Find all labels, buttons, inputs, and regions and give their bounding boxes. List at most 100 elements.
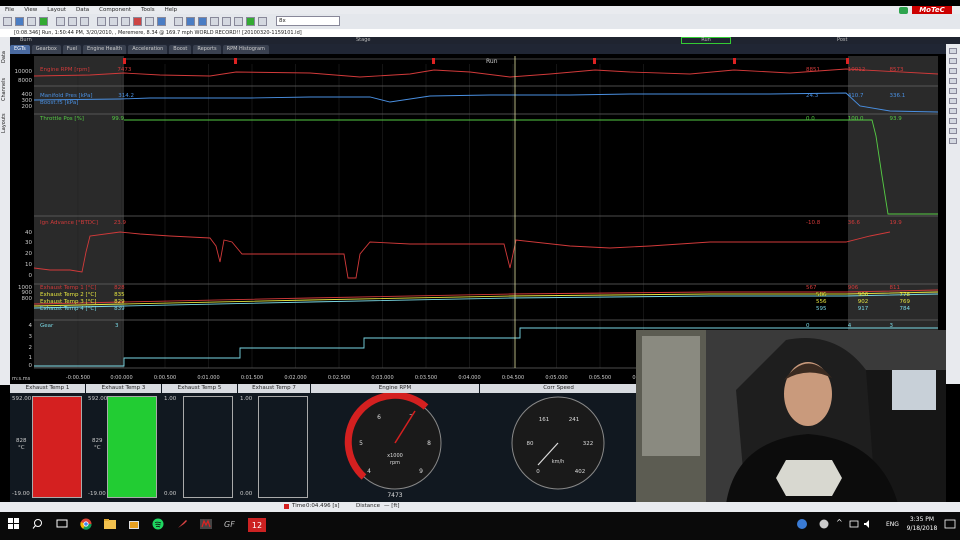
tab-engine-health[interactable]: Engine Health xyxy=(83,44,127,54)
tps-avg: 93.9 xyxy=(889,116,902,122)
right-tool-icon-2[interactable] xyxy=(949,58,957,64)
record-icon[interactable] xyxy=(133,17,142,26)
distance-value: — [ft] xyxy=(384,503,400,509)
egt2-name: Exhaust Temp 2 [°C] xyxy=(40,292,97,298)
clock-date[interactable]: 9/18/2018 xyxy=(904,525,940,532)
layouts-tab[interactable]: Layouts xyxy=(1,103,9,133)
clock-time[interactable]: 3:35 PM xyxy=(904,516,940,523)
tab-fuel[interactable]: Fuel xyxy=(62,44,82,54)
fit-icon[interactable] xyxy=(210,17,219,26)
right-tool-icon-8[interactable] xyxy=(949,118,957,124)
tool-app-icon[interactable] xyxy=(176,518,190,532)
chrome-icon[interactable] xyxy=(80,518,94,532)
right-tool-icon-7[interactable] xyxy=(949,108,957,114)
gf-app-icon[interactable]: GF xyxy=(224,518,238,532)
motec-i2-icon[interactable]: 12 xyxy=(248,518,266,532)
back-icon[interactable] xyxy=(222,17,231,26)
paste-icon[interactable] xyxy=(80,17,89,26)
tools-icon[interactable] xyxy=(97,17,106,26)
egt3-bar-frame xyxy=(107,396,157,498)
egt1-avg: 811 xyxy=(889,285,901,291)
info-icon[interactable] xyxy=(157,17,166,26)
people-icon[interactable] xyxy=(796,518,810,532)
right-tool-icon-6[interactable] xyxy=(949,98,957,104)
tab-boost[interactable]: Boost xyxy=(169,44,192,54)
right-tool-icon-4[interactable] xyxy=(949,78,957,84)
tab-rpm-histogram[interactable]: RPM Histogram xyxy=(222,44,269,54)
egt3-bar-max: 592.00 xyxy=(88,396,108,402)
time-label: Time xyxy=(292,503,306,509)
menu-layout[interactable]: Layout xyxy=(47,7,66,13)
egt2-stats: 586 906 778 xyxy=(816,292,940,298)
webcam-image xyxy=(636,330,946,504)
task-view-icon[interactable] xyxy=(56,518,70,532)
motec-i2-badge: 12 xyxy=(252,521,262,530)
zoom-out-icon[interactable] xyxy=(198,17,207,26)
file-explorer-icon[interactable] xyxy=(104,518,118,532)
right-tool-icon-3[interactable] xyxy=(949,68,957,74)
volume-icon[interactable] xyxy=(862,518,876,532)
y-tick-gear-0: 0 xyxy=(29,363,33,369)
motec-app-icon[interactable] xyxy=(200,518,214,532)
forward-icon[interactable] xyxy=(234,17,243,26)
run-icon[interactable] xyxy=(246,17,255,26)
rpm-min: 8851 xyxy=(806,67,820,73)
step-icon[interactable] xyxy=(258,17,267,26)
data-tab[interactable]: Data xyxy=(1,39,9,63)
chart-icon[interactable] xyxy=(145,17,154,26)
store-icon[interactable] xyxy=(128,518,142,532)
menu-tools[interactable]: Tools xyxy=(141,7,155,13)
new-icon[interactable] xyxy=(3,17,12,26)
tab-acceleration[interactable]: Acceleration xyxy=(128,44,168,54)
egt7-bar-frame xyxy=(258,396,308,498)
zoom-select[interactable]: 8x xyxy=(276,16,340,26)
channels-tab[interactable]: Channels xyxy=(1,65,9,101)
x-tick-5: 0:02.000 xyxy=(284,375,306,381)
layout-icon[interactable] xyxy=(109,17,118,26)
right-panel xyxy=(946,44,960,384)
y-tick-rpm-8000: 8000 xyxy=(18,78,32,84)
play-icon[interactable] xyxy=(39,17,48,26)
print-icon[interactable] xyxy=(56,17,65,26)
open-icon[interactable] xyxy=(15,17,24,26)
stage-burn[interactable]: Burn xyxy=(20,37,32,44)
egt2-channel-label: Exhaust Temp 2 [°C] 835 xyxy=(40,292,125,298)
menu-view[interactable]: View xyxy=(24,7,37,13)
zoom-in-icon[interactable] xyxy=(186,17,195,26)
grid-icon[interactable] xyxy=(121,17,130,26)
menu-data[interactable]: Data xyxy=(76,7,89,13)
menu-bar: File View Layout Data Component Tools He… xyxy=(0,6,960,15)
notifications-icon[interactable] xyxy=(944,518,958,532)
copy-icon[interactable] xyxy=(68,17,77,26)
rpm-stats: 8851 10012 8573 xyxy=(806,67,930,73)
spotify-icon[interactable] xyxy=(152,518,166,532)
menu-component[interactable]: Component xyxy=(99,7,131,13)
tray-app-icon[interactable] xyxy=(818,518,832,532)
tab-gearbox[interactable]: Gearbox xyxy=(31,44,61,54)
egt1-bar-min: -19.00 xyxy=(12,491,30,497)
tab-egts[interactable]: EGTs xyxy=(10,44,30,54)
language-indicator[interactable]: ENG xyxy=(886,521,899,528)
stage-post[interactable]: Post xyxy=(837,37,847,44)
right-tool-icon-5[interactable] xyxy=(949,88,957,94)
menu-help[interactable]: Help xyxy=(165,7,178,13)
y-tick-ign-10: 10 xyxy=(25,262,32,268)
right-tool-icon-1[interactable] xyxy=(949,48,957,54)
stage-run[interactable]: Run xyxy=(681,37,731,44)
network-icon[interactable] xyxy=(848,518,862,532)
cursor-icon[interactable] xyxy=(174,17,183,26)
right-tool-icon-9[interactable] xyxy=(949,128,957,134)
stage-stage[interactable]: Stage xyxy=(356,37,370,44)
windows-start-icon[interactable] xyxy=(8,518,22,532)
save-icon[interactable] xyxy=(27,17,36,26)
speed-tick-161: 161 xyxy=(539,417,550,423)
menu-file[interactable]: File xyxy=(5,7,14,13)
tab-reports[interactable]: Reports xyxy=(193,44,221,54)
egt5-bar-title: Exhaust Temp 5 xyxy=(162,384,237,393)
egt7-bar-max: 1.00 xyxy=(240,396,253,402)
ign-stats: -10.8 36.6 19.9 xyxy=(806,220,930,226)
search-icon[interactable] xyxy=(32,518,46,532)
speed-tick-402: 402 xyxy=(575,469,586,475)
right-tool-icon-10[interactable] xyxy=(949,138,957,144)
egt1-stats: 567 906 811 xyxy=(806,285,930,291)
